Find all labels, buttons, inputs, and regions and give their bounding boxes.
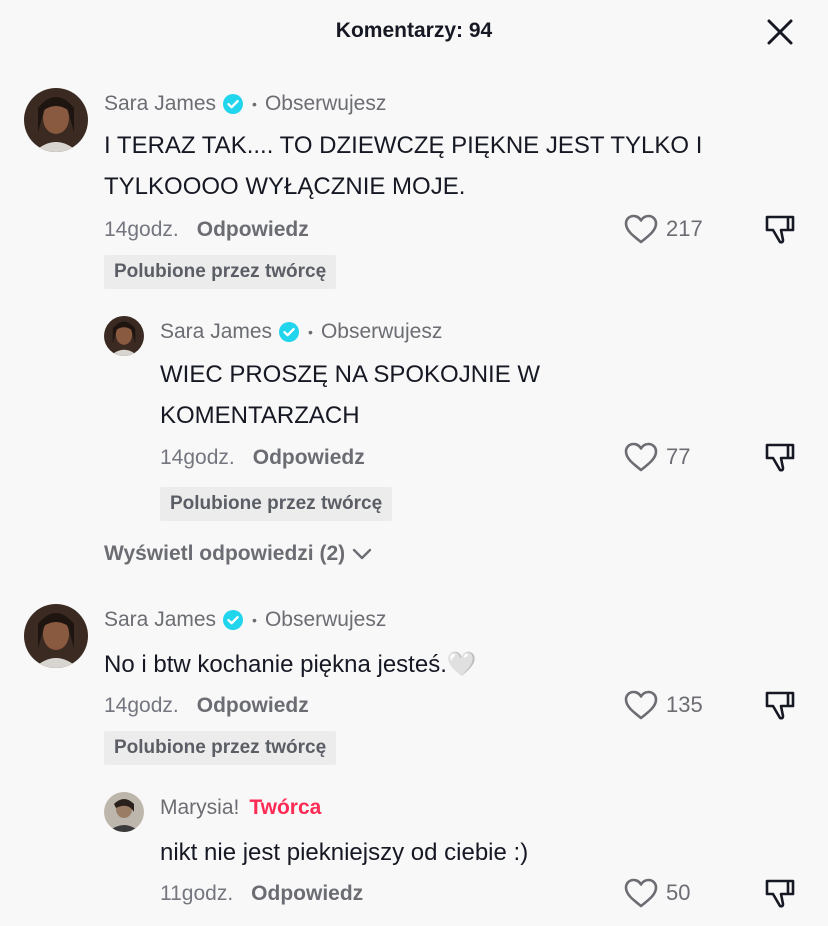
comments-header: Komentarzy: 94 xyxy=(0,0,828,64)
comment-author-row: Sara James • Obserwujesz xyxy=(104,92,386,116)
avatar[interactable] xyxy=(24,88,88,152)
reply-button[interactable]: Odpowiedz xyxy=(197,694,309,718)
liked-by-creator-badge: Polubione przez twórcę xyxy=(104,255,337,289)
comment-time: 11godz. xyxy=(160,882,234,905)
chevron-down-icon xyxy=(352,548,372,560)
avatar[interactable] xyxy=(104,316,144,356)
avatar[interactable] xyxy=(104,792,144,832)
comments-count-title: Komentarzy: 94 xyxy=(335,19,493,42)
comment-meta: 14godz. Odpowiedz xyxy=(104,694,309,718)
view-replies-button[interactable]: Wyświetl odpowiedzi (2) xyxy=(104,542,373,566)
like-button[interactable]: 50 xyxy=(624,878,690,908)
comment-author-row: Sara James • Obserwujesz xyxy=(104,608,386,632)
comment-text: I TERAZ TAK.... TO DZIEWCZĘ PIĘKNE JEST … xyxy=(104,132,703,200)
comment-author-row: Marysia! Twórca xyxy=(160,796,321,820)
verified-badge-icon xyxy=(222,609,244,631)
view-replies-label: Wyświetl odpowiedzi (2) xyxy=(104,542,346,565)
comment-time: 14godz. xyxy=(104,218,179,241)
avatar[interactable] xyxy=(24,604,88,668)
comment-meta: 14godz. Odpowiedz xyxy=(104,218,309,242)
reply-button[interactable]: Odpowiedz xyxy=(251,882,363,906)
separator-dot: • xyxy=(308,324,313,340)
creator-label: Twórca xyxy=(249,796,322,819)
username[interactable]: Marysia! xyxy=(160,796,239,820)
username[interactable]: Sara James xyxy=(104,608,216,632)
liked-by-creator-badge: Polubione przez twórcę xyxy=(104,731,337,765)
verified-badge-icon xyxy=(222,93,244,115)
like-button[interactable]: 217 xyxy=(624,214,703,244)
separator-dot: • xyxy=(252,612,257,628)
like-count: 135 xyxy=(666,692,703,717)
like-count: 50 xyxy=(666,880,691,905)
close-icon[interactable] xyxy=(764,16,796,48)
reply-button[interactable]: Odpowiedz xyxy=(253,446,365,470)
dislike-icon[interactable] xyxy=(764,689,796,726)
like-button[interactable]: 77 xyxy=(624,442,690,472)
username[interactable]: Sara James xyxy=(104,92,216,116)
comment-meta: 14godz. Odpowiedz xyxy=(160,446,365,470)
username[interactable]: Sara James xyxy=(160,320,272,344)
heart-icon xyxy=(624,442,658,472)
like-count: 77 xyxy=(666,444,691,469)
separator-dot: • xyxy=(252,96,257,112)
comment-meta: 11godz. Odpowiedz xyxy=(160,882,363,906)
dislike-icon[interactable] xyxy=(764,877,796,914)
comment-text: nikt nie jest piekniejszy od ciebie :) xyxy=(160,839,529,866)
comment-time: 14godz. xyxy=(160,446,235,469)
heart-icon xyxy=(624,690,658,720)
follow-status: Obserwujesz xyxy=(264,92,387,115)
reply-button[interactable]: Odpowiedz xyxy=(197,218,309,242)
heart-icon xyxy=(624,878,658,908)
comment-author-row: Sara James • Obserwujesz xyxy=(160,320,442,344)
like-button[interactable]: 135 xyxy=(624,690,703,720)
heart-icon xyxy=(624,214,658,244)
follow-status: Obserwujesz xyxy=(264,608,387,631)
verified-badge-icon xyxy=(278,321,300,343)
dislike-icon[interactable] xyxy=(764,441,796,478)
comment-text: No i btw kochanie piękna jesteś.🤍 xyxy=(104,651,477,678)
comment-time: 14godz. xyxy=(104,694,179,717)
dislike-icon[interactable] xyxy=(764,213,796,250)
comment-text: WIEC PROSZĘ NA SPOKOJNIE W KOMENTARZACH xyxy=(160,361,541,429)
liked-by-creator-badge: Polubione przez twórcę xyxy=(160,487,393,521)
follow-status: Obserwujesz xyxy=(320,320,443,343)
like-count: 217 xyxy=(666,216,703,241)
